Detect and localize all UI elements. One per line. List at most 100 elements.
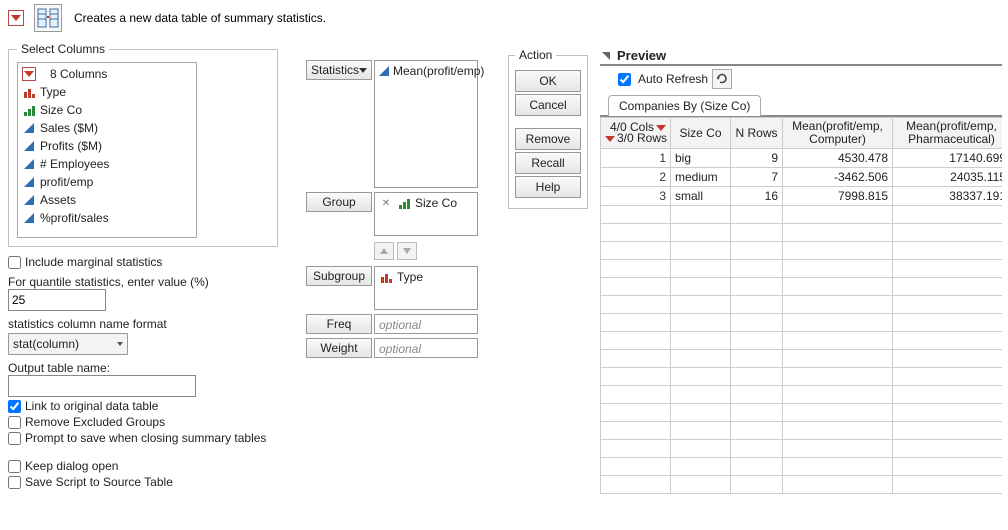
stats-format-value: stat(column) [13, 337, 79, 351]
subgroup-item[interactable]: Type [379, 269, 473, 285]
table-row-empty [601, 206, 1003, 224]
weight-button[interactable]: Weight [306, 338, 372, 358]
subgroup-button[interactable]: Subgroup [306, 266, 372, 286]
column-item[interactable]: Assets [22, 191, 192, 209]
column-item[interactable]: Type [22, 83, 192, 101]
main-menu-toggle[interactable] [8, 10, 24, 26]
column-item[interactable]: Sales ($M) [22, 119, 192, 137]
column-item-label: Sales ($M) [40, 121, 98, 135]
action-legend: Action [515, 48, 556, 62]
group-item-label: Size Co [415, 196, 457, 210]
move-down-button[interactable] [397, 242, 417, 260]
nominal-icon [379, 271, 393, 283]
preview-table[interactable]: 4/0 Cols 3/0 Rows Size Co N Rows [600, 117, 1002, 494]
table-row[interactable]: 3small167998.81538337.191 [601, 187, 1003, 206]
quantile-input[interactable] [8, 289, 106, 311]
col-header[interactable]: Mean(profit/emp,Pharmaceutical) [893, 118, 1003, 149]
ok-button[interactable]: OK [515, 70, 581, 92]
column-item-label: Type [40, 85, 66, 99]
remove-excluded-label: Remove Excluded Groups [25, 415, 165, 429]
rows-menu-icon[interactable] [605, 133, 615, 144]
table-row-empty [601, 404, 1003, 422]
cell[interactable]: small [671, 187, 731, 206]
col-header[interactable]: Size Co [671, 118, 731, 149]
table-row-empty [601, 386, 1003, 404]
row-number[interactable]: 2 [601, 168, 671, 187]
col-header[interactable]: Mean(profit/emp,Computer) [783, 118, 893, 149]
cell[interactable]: medium [671, 168, 731, 187]
prompt-save-label: Prompt to save when closing summary tabl… [25, 431, 266, 445]
statistics-button[interactable]: Statistics [306, 60, 372, 80]
continuous-icon [22, 176, 36, 188]
table-row-empty [601, 422, 1003, 440]
group-box[interactable]: ✕ Size Co [374, 192, 478, 236]
cell[interactable]: 7 [731, 168, 783, 187]
statistics-item-label: Mean(profit/emp) [393, 64, 484, 78]
auto-refresh-label: Auto Refresh [638, 72, 708, 86]
continuous-icon [22, 158, 36, 170]
refresh-button[interactable] [712, 69, 732, 89]
keep-dialog-open-checkbox[interactable]: Keep dialog open [8, 459, 278, 473]
save-script-checkbox[interactable]: Save Script to Source Table [8, 475, 278, 489]
column-item[interactable]: %profit/sales [22, 209, 192, 227]
cancel-button[interactable]: Cancel [515, 94, 581, 116]
freq-box[interactable]: optional [374, 314, 478, 334]
ordinal-icon [22, 104, 36, 116]
prompt-save-checkbox[interactable]: Prompt to save when closing summary tabl… [8, 431, 278, 445]
column-item[interactable]: # Employees [22, 155, 192, 173]
auto-refresh-checkbox[interactable] [618, 73, 631, 86]
group-button-label: Group [322, 195, 355, 209]
platform-icon [34, 4, 62, 32]
table-row-empty [601, 296, 1003, 314]
cell[interactable]: -3462.506 [783, 168, 893, 187]
table-corner[interactable]: 4/0 Cols 3/0 Rows [601, 118, 671, 149]
statistics-button-label: Statistics [311, 63, 359, 77]
remove-excluded-checkbox[interactable]: Remove Excluded Groups [8, 415, 278, 429]
save-script-label: Save Script to Source Table [25, 475, 173, 489]
remove-button[interactable]: Remove [515, 128, 581, 150]
freq-button-label: Freq [327, 317, 352, 331]
cell[interactable]: 16 [731, 187, 783, 206]
stats-format-label: statistics column name format [8, 317, 278, 331]
cell[interactable]: 7998.815 [783, 187, 893, 206]
cell[interactable]: 38337.191 [893, 187, 1003, 206]
continuous-icon [22, 212, 36, 224]
weight-box[interactable]: optional [374, 338, 478, 358]
col-header[interactable]: N Rows [731, 118, 783, 149]
cell[interactable]: 17140.699 [893, 149, 1003, 168]
preview-disclosure[interactable] [600, 50, 611, 61]
stats-format-combo[interactable]: stat(column) [8, 333, 128, 355]
row-number[interactable]: 1 [601, 149, 671, 168]
cell[interactable]: big [671, 149, 731, 168]
include-marginal-checkbox[interactable]: Include marginal statistics [8, 255, 278, 269]
row-number[interactable]: 3 [601, 187, 671, 206]
column-item-label: profit/emp [40, 175, 93, 189]
table-row[interactable]: 1big94530.47817140.699 [601, 149, 1003, 168]
cell[interactable]: 24035.115 [893, 168, 1003, 187]
subgroup-button-label: Subgroup [313, 269, 365, 283]
statistics-box[interactable]: Mean(profit/emp) [374, 60, 478, 188]
output-table-input[interactable] [8, 375, 196, 397]
group-item[interactable]: ✕ Size Co [379, 195, 473, 211]
column-item[interactable]: Size Co [22, 101, 192, 119]
column-item[interactable]: profit/emp [22, 173, 192, 191]
column-listbox[interactable]: 8 Columns TypeSize CoSales ($M)Profits (… [17, 62, 197, 238]
keep-open-label: Keep dialog open [25, 459, 118, 473]
group-button[interactable]: Group [306, 192, 372, 212]
freq-button[interactable]: Freq [306, 314, 372, 334]
cell[interactable]: 4530.478 [783, 149, 893, 168]
select-columns-legend: Select Columns [17, 42, 109, 56]
continuous-icon [379, 65, 389, 77]
link-original-label: Link to original data table [25, 399, 158, 413]
table-row[interactable]: 2medium7-3462.50624035.115 [601, 168, 1003, 187]
column-item[interactable]: Profits ($M) [22, 137, 192, 155]
preview-tab[interactable]: Companies By (Size Co) [608, 95, 761, 116]
help-button[interactable]: Help [515, 176, 581, 198]
cell[interactable]: 9 [731, 149, 783, 168]
column-list-menu[interactable] [22, 67, 36, 81]
link-original-checkbox[interactable]: Link to original data table [8, 399, 278, 413]
move-up-button[interactable] [374, 242, 394, 260]
recall-button[interactable]: Recall [515, 152, 581, 174]
subgroup-box[interactable]: Type [374, 266, 478, 310]
statistics-item[interactable]: Mean(profit/emp) [379, 63, 473, 79]
